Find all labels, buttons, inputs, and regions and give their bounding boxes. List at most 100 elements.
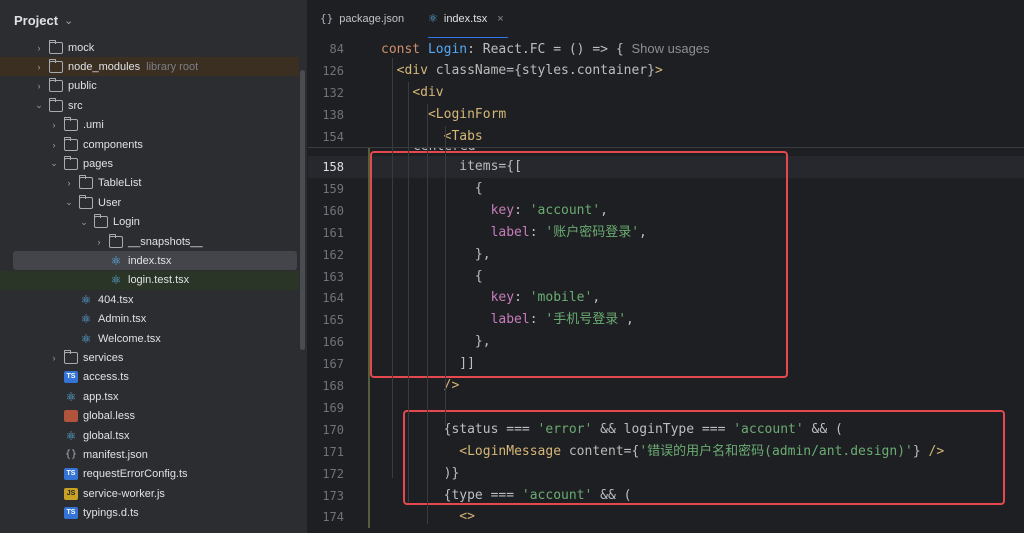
tree-item-typings-d-ts[interactable]: TS typings.d.ts xyxy=(0,504,299,523)
tree-item-label: login.test.tsx xyxy=(128,274,190,287)
chevron-right-icon[interactable]: › xyxy=(33,62,45,72)
line-number: 163 xyxy=(322,269,344,284)
line-number: 173 xyxy=(322,488,344,503)
code-token: : React.FC = () => { xyxy=(467,42,632,57)
tree-item-services[interactable]: › services xyxy=(0,348,299,367)
folder-icon xyxy=(64,155,78,170)
tree-item-login[interactable]: ⌄ Login xyxy=(0,213,299,232)
code-text: <div xyxy=(381,82,443,104)
chevron-down-icon[interactable]: ⌄ xyxy=(48,158,60,169)
react-file-icon: ⚛ xyxy=(80,292,92,307)
code-text: const Login: React.FC = () => { Show usa… xyxy=(381,38,710,61)
line-number: 167 xyxy=(322,357,344,372)
chevron-right-icon[interactable]: › xyxy=(33,43,45,53)
code-token: ={styles.container} xyxy=(506,63,655,78)
tree-item-label: User xyxy=(98,196,122,209)
tree-item-service-worker-js[interactable]: JS service-worker.js xyxy=(0,484,299,503)
react-file-icon: ⚛ xyxy=(80,312,92,327)
typescript-file-icon: TS xyxy=(64,371,78,384)
react-file-icon: ⚛ xyxy=(65,428,77,443)
tree-item-global-less[interactable]: global.less xyxy=(0,407,299,426)
chevron-right-icon[interactable]: › xyxy=(48,140,60,150)
tree-item-label: public xyxy=(68,80,97,93)
react-file-icon: ⚛ xyxy=(80,331,92,346)
chevron-right-icon[interactable]: › xyxy=(48,120,60,130)
react-file-icon: ⚛ xyxy=(65,389,77,404)
tree-item-label: pages xyxy=(83,157,113,170)
chevron-down-icon[interactable]: ⌄ xyxy=(64,14,73,27)
folder-icon xyxy=(109,233,123,248)
code-area[interactable]: centered158 items={[159 {160 key: 'accou… xyxy=(308,38,1024,533)
code-token: Show usages xyxy=(631,41,710,56)
code-text: <Tabs xyxy=(381,126,483,148)
line-number: 162 xyxy=(322,247,344,262)
tree-item-node-modules[interactable]: › node_modules library root xyxy=(0,57,299,77)
tab-package-json[interactable]: {} package.json xyxy=(320,0,404,38)
chevron-right-icon[interactable]: › xyxy=(48,353,60,363)
code-token: > xyxy=(654,63,663,78)
folder-icon xyxy=(79,175,93,190)
tree-item-404-tsx[interactable]: ⚛ 404.tsx xyxy=(0,290,299,309)
chevron-right-icon[interactable]: › xyxy=(93,237,105,247)
close-icon[interactable]: × xyxy=(497,13,503,25)
tree-item-label: requestErrorConfig.ts xyxy=(83,468,188,481)
tree-item-pages[interactable]: ⌄ pages xyxy=(0,154,299,173)
tree-item-mock[interactable]: › mock xyxy=(0,38,299,57)
tree-item-global-tsx[interactable]: ⚛ global.tsx xyxy=(0,426,299,445)
tree-item-admin-tsx[interactable]: ⚛ Admin.tsx xyxy=(0,310,299,329)
tree-item-label: typings.d.ts xyxy=(83,507,139,520)
tree-item-index-tsx[interactable]: ⚛ index.tsx xyxy=(13,251,297,271)
code-line[interactable]: 132 <div xyxy=(308,82,1024,104)
code-line[interactable]: 174 <> xyxy=(308,506,1024,528)
chevron-down-icon[interactable]: ⌄ xyxy=(63,197,75,208)
tree-item-umi[interactable]: › .umi xyxy=(0,116,299,135)
javascript-file-icon: JS xyxy=(64,487,78,500)
tree-item-app-tsx[interactable]: ⚛ app.tsx xyxy=(0,387,299,406)
tree-item-tablelist[interactable]: › TableList xyxy=(0,174,299,193)
tree-item-access-ts[interactable]: TS access.ts xyxy=(0,368,299,387)
folder-icon xyxy=(64,349,78,364)
chevron-down-icon[interactable]: ⌄ xyxy=(78,217,90,228)
tree-item-label: 404.tsx xyxy=(98,293,134,306)
tree-item-requesterrorconfig-ts[interactable]: TS requestErrorConfig.ts xyxy=(0,465,299,484)
chevron-right-icon[interactable]: › xyxy=(63,178,75,188)
chevron-right-icon[interactable]: › xyxy=(33,81,45,91)
tree-item-components[interactable]: › components xyxy=(0,135,299,154)
tree-item-label: global.less xyxy=(83,410,135,423)
line-number: 154 xyxy=(322,130,344,144)
line-number: 160 xyxy=(322,203,344,218)
tree-item-user[interactable]: ⌄ User xyxy=(0,193,299,212)
tab-index-tsx[interactable]: ⚛ index.tsx × xyxy=(428,0,508,39)
line-number: 161 xyxy=(322,225,344,240)
line-number: 165 xyxy=(322,313,344,328)
tree-item-public[interactable]: › public xyxy=(0,77,299,96)
code-line[interactable]: 168 /> xyxy=(308,375,1024,397)
react-file-icon: ⚛ xyxy=(428,13,438,25)
less-file-icon xyxy=(64,410,78,423)
tab-label: index.tsx xyxy=(443,13,488,25)
tree-item-label: .umi xyxy=(83,119,104,132)
tree-item-label: services xyxy=(83,351,124,364)
chevron-down-icon[interactable]: ⌄ xyxy=(33,100,45,111)
project-header[interactable]: Project ⌄ xyxy=(0,0,307,40)
code-line[interactable]: 84 const Login: React.FC = () => { Show u… xyxy=(308,38,1024,60)
tree-item-welcome-tsx[interactable]: ⚛ Welcome.tsx xyxy=(0,329,299,348)
tree-item-login-test-tsx[interactable]: ⚛ login.test.tsx xyxy=(0,270,299,290)
line-number: 171 xyxy=(322,444,344,459)
line-number: 126 xyxy=(322,64,344,78)
tree-item-snapshots[interactable]: › __snapshots__ xyxy=(0,232,299,251)
code-line[interactable]: 154 <Tabs xyxy=(308,126,1024,148)
tree-item-manifest-json[interactable]: {} manifest.json xyxy=(0,445,299,464)
project-panel: Project ⌄ › mock › node_modules library root… xyxy=(0,0,308,533)
tree-item-label: app.tsx xyxy=(83,390,119,403)
tree-item-label: components xyxy=(83,138,143,151)
project-title: Project xyxy=(14,12,59,28)
line-number: 168 xyxy=(322,379,344,393)
project-scrollbar[interactable] xyxy=(300,70,305,350)
code-line[interactable]: 126 <div className={styles.container}> xyxy=(308,60,1024,82)
code-line[interactable]: 138 <LoginForm xyxy=(308,104,1024,126)
tree-item-src[interactable]: ⌄ src xyxy=(0,96,299,115)
line-number: 164 xyxy=(322,291,344,306)
tab-label: package.json xyxy=(339,13,405,25)
